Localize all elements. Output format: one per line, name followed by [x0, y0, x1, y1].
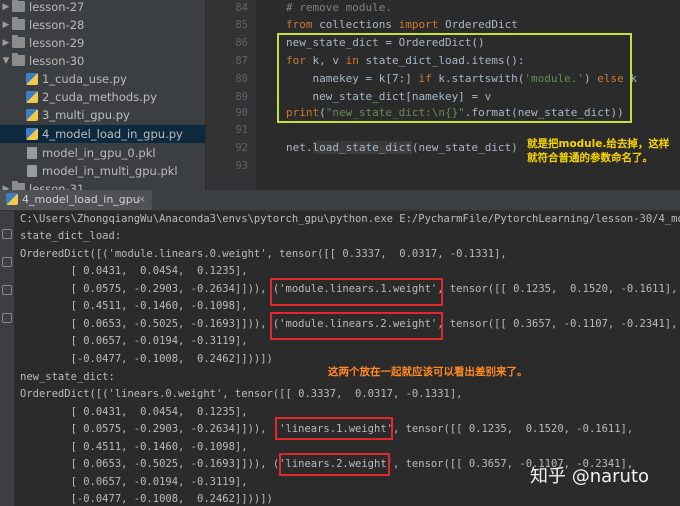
tree-file-2-cuda-methods[interactable]: 2_cuda_methods.py — [0, 88, 205, 106]
run-tab[interactable]: 4_model_load_in_gpu × — [0, 190, 152, 210]
console-line: [ 0.4511, -0.1460, -0.1098], — [20, 441, 248, 453]
module-name: collections — [319, 18, 392, 31]
tree-item-label: 2_cuda_methods.py — [42, 90, 157, 104]
tree-item-label: lesson-28 — [29, 18, 85, 32]
line-number: 91 — [235, 124, 248, 136]
tree-file-model-in-gpu-0[interactable]: model_in_gpu_0.pkl — [0, 144, 205, 162]
folder-icon — [12, 181, 25, 190]
keyword-import: import — [398, 18, 439, 31]
folder-icon — [12, 0, 25, 12]
line-number: 86 — [235, 37, 248, 49]
tree-folder-lesson-28[interactable]: ▶ lesson-28 — [0, 16, 205, 34]
file-icon — [27, 165, 37, 177]
line-number: 90 — [235, 107, 248, 119]
collapse-arrow-icon[interactable]: ▼ — [1, 52, 11, 70]
code-highlight-box — [277, 33, 632, 123]
python-file-icon — [26, 73, 38, 85]
tree-folder-lesson-30[interactable]: ▼ lesson-30 — [0, 52, 205, 70]
line-number: 85 — [235, 19, 248, 31]
rerun-icon[interactable] — [2, 229, 12, 239]
line-number: 89 — [235, 91, 248, 103]
tree-folder-lesson-31[interactable]: ▶ lesson-31 — [0, 180, 205, 190]
console-toolbar — [0, 211, 14, 506]
ide-top-area: ▶ lesson-27 ▶ lesson-28 ▶ lesson-29 ▼ le… — [0, 0, 680, 190]
expand-arrow-icon[interactable]: ▶ — [1, 34, 11, 52]
close-icon[interactable]: × — [138, 190, 146, 210]
python-run-icon — [6, 193, 18, 205]
tree-file-4-model-load-in-gpu[interactable]: 4_model_load_in_gpu.py — [0, 125, 205, 143]
method-call-highlight: load_state_dict — [312, 141, 412, 154]
tree-file-model-in-multi-gpu[interactable]: model_in_multi_gpu.pkl — [0, 162, 205, 180]
run-tool-window-tabbar: 4_model_load_in_gpu × — [0, 190, 680, 211]
console-line: state_dict_load: — [20, 230, 122, 242]
tree-folder-lesson-29[interactable]: ▶ lesson-29 — [0, 34, 205, 52]
line-number: 87 — [235, 55, 248, 67]
tree-item-label: lesson-29 — [29, 36, 85, 50]
console-line: C:\Users\ZhongqiangWu\Anaconda3\envs\pyt… — [20, 213, 680, 225]
editor-gutter: 84 85 86 87 88 89 90 91 92 93 — [205, 0, 256, 190]
line-number: 88 — [235, 73, 248, 85]
tree-item-label: 1_cuda_use.py — [42, 72, 127, 86]
file-icon — [27, 147, 37, 159]
python-file-icon — [26, 91, 38, 103]
folder-open-icon — [12, 53, 25, 66]
expand-arrow-icon[interactable]: ▶ — [1, 0, 11, 16]
highlight-box-linears-1 — [275, 417, 393, 440]
stop-icon[interactable] — [2, 257, 12, 267]
run-tab-label: 4_model_load_in_gpu — [22, 193, 140, 206]
folder-icon — [12, 17, 25, 30]
tree-item-label: 3_multi_gpu.py — [42, 108, 130, 122]
console-line: [ 0.4511, -0.1460, -0.1098], — [20, 300, 248, 312]
python-file-icon — [26, 128, 38, 140]
highlight-box-module-linears-2 — [270, 312, 443, 340]
soft-wrap-icon[interactable] — [2, 285, 12, 295]
console-line: [ 0.0657, -0.0194, -0.3119], — [20, 476, 248, 488]
console-line: OrderedDict([('linears.0.weight', tensor… — [20, 388, 463, 400]
tree-file-1-cuda-use[interactable]: 1_cuda_use.py — [0, 70, 205, 88]
scroll-to-end-icon[interactable] — [2, 313, 12, 323]
keyword-from: from — [286, 18, 313, 31]
console-line: OrderedDict([('module.linears.0.weight',… — [20, 248, 507, 260]
highlight-box-linears-2 — [279, 453, 390, 476]
project-tree: ▶ lesson-27 ▶ lesson-28 ▶ lesson-29 ▼ le… — [0, 0, 205, 190]
console-line: [ 0.0431, 0.0454, 0.1235], — [20, 265, 248, 277]
folder-icon — [12, 35, 25, 48]
tree-item-label: lesson-31 — [29, 182, 85, 190]
tree-item-label: lesson-30 — [29, 54, 85, 68]
tree-item-label: lesson-27 — [29, 0, 85, 14]
zhihu-watermark: 知乎 @naruto — [530, 466, 650, 487]
tree-item-label: 4_model_load_in_gpu.py — [42, 127, 183, 141]
console-line: [ 0.0431, 0.0454, 0.1235], — [20, 406, 248, 418]
annotation-compare: 这两个放在一起就应该可以看出差别来了。 — [328, 366, 528, 378]
expand-arrow-icon[interactable]: ▶ — [1, 180, 11, 190]
tree-file-3-multi-gpu[interactable]: 3_multi_gpu.py — [0, 106, 205, 124]
highlight-box-module-linears-1 — [270, 278, 443, 306]
console-line: new_state_dict: — [20, 371, 115, 383]
tree-folder-lesson-27[interactable]: ▶ lesson-27 — [0, 0, 205, 16]
tree-item-label: model_in_gpu_0.pkl — [42, 146, 156, 160]
expand-arrow-icon[interactable]: ▶ — [1, 16, 11, 34]
code-line[interactable]: net.load_state_dict(new_state_dict) — [286, 140, 518, 156]
code-line[interactable]: # remove module. — [286, 0, 392, 16]
import-name: OrderedDict — [444, 18, 518, 31]
console-line: [ 0.0657, -0.0194, -0.3119], — [20, 335, 248, 347]
tree-item-label: model_in_multi_gpu.pkl — [42, 164, 178, 178]
line-number: 92 — [235, 142, 248, 154]
line-number: 84 — [235, 2, 248, 14]
annotation-remove-module: 就是把module.给去掉，这样就符合普通的参数命名了。 — [527, 138, 670, 164]
code-line[interactable]: from collections import OrderedDict — [286, 17, 518, 33]
line-number: 93 — [235, 160, 248, 172]
console-line: [-0.0477, -0.1008, 0.2462]]))]) — [20, 353, 273, 365]
console-line: [-0.0477, -0.1008, 0.2462]]))]) — [20, 493, 273, 505]
python-file-icon — [26, 109, 38, 121]
